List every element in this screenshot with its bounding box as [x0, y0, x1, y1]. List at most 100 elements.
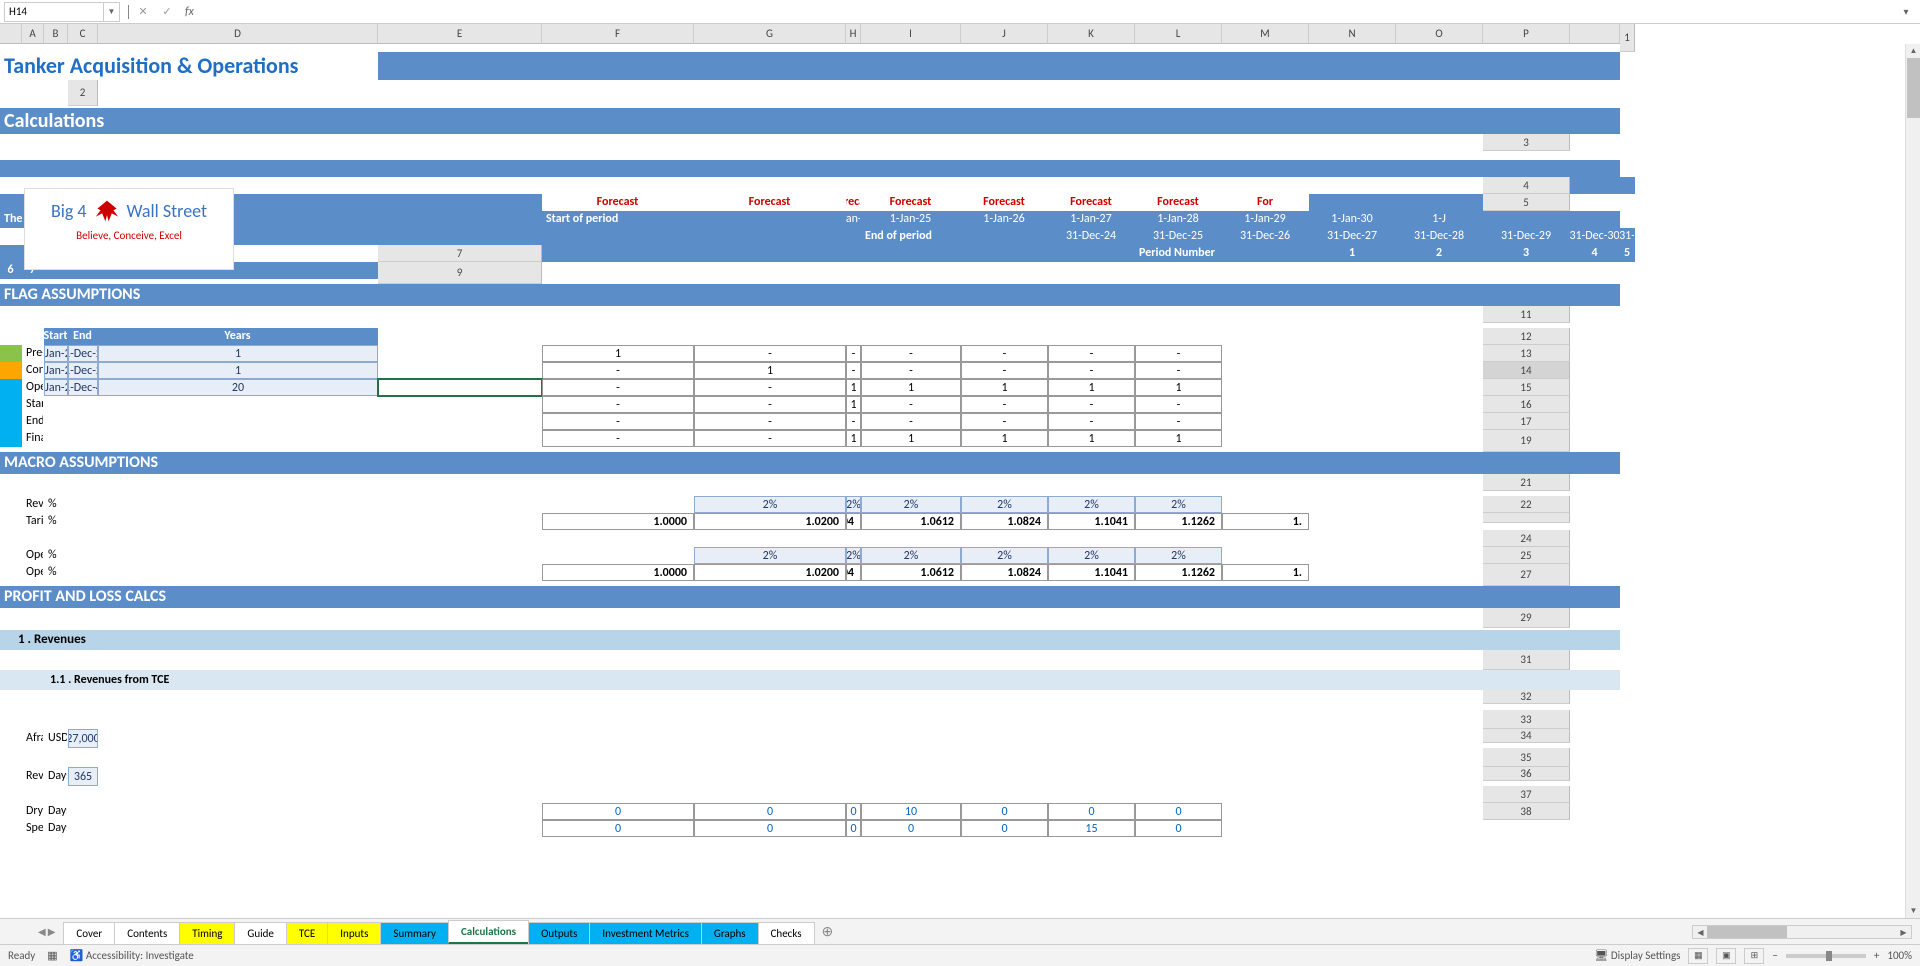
tce-input[interactable]: 365 — [68, 767, 98, 786]
row-header[interactable]: 9 — [378, 262, 542, 284]
column-header[interactable] — [1570, 24, 1620, 44]
row-header[interactable]: 33 — [1483, 710, 1570, 729]
column-header[interactable]: N — [1309, 24, 1396, 44]
column-header[interactable]: P — [1483, 24, 1570, 44]
row-header[interactable]: 29 — [1483, 608, 1570, 628]
flag-label: Financing Period — [22, 430, 44, 447]
zoom-in-button[interactable]: + — [1874, 949, 1879, 962]
hscroll-thumb[interactable] — [1707, 926, 1787, 938]
column-header[interactable]: H — [846, 24, 861, 44]
zoom-level[interactable]: 100% — [1887, 949, 1912, 962]
fx-icon[interactable]: fx — [185, 5, 194, 19]
column-header[interactable]: J — [961, 24, 1048, 44]
display-settings-button[interactable]: 🖥 Display Settings — [1594, 949, 1680, 962]
sheet-tab-contents[interactable]: Contents — [114, 922, 180, 944]
row-header[interactable]: 19 — [1483, 430, 1570, 452]
page-layout-view-icon[interactable]: ▣ — [1716, 948, 1736, 964]
vertical-scrollbar[interactable]: ▲ ▼ — [1905, 44, 1920, 918]
forecast-label: Forecast — [961, 194, 1048, 211]
sheet-tab-checks[interactable]: Checks — [758, 922, 815, 944]
new-sheet-button[interactable]: ⊕ — [814, 919, 842, 944]
sheet-tab-graphs[interactable]: Graphs — [701, 922, 759, 944]
column-header[interactable]: G — [694, 24, 846, 44]
row-header[interactable]: 34 — [1483, 729, 1570, 743]
column-header[interactable]: A — [22, 24, 44, 44]
dock-label: Special Surveys Days — [22, 820, 44, 837]
flag-color — [0, 345, 22, 362]
column-header[interactable]: M — [1222, 24, 1309, 44]
row-header[interactable]: 17 — [1483, 413, 1570, 430]
scroll-thumb[interactable] — [1907, 58, 1920, 118]
hscroll-right-icon[interactable]: ▶ — [1896, 926, 1911, 940]
macro-icon[interactable]: ▦ — [47, 949, 57, 962]
row-header[interactable]: 13 — [1483, 345, 1570, 362]
row-header[interactable] — [1483, 513, 1570, 523]
sheet-tab-guide[interactable]: Guide — [234, 922, 287, 944]
column-header[interactable]: B — [44, 24, 68, 44]
row-header[interactable]: 32 — [1483, 690, 1570, 704]
row-header[interactable]: 37 — [1483, 786, 1570, 803]
row-header[interactable]: 12 — [1483, 328, 1570, 345]
sheet-tab-tce[interactable]: TCE — [286, 922, 328, 944]
active-cell[interactable] — [378, 379, 542, 396]
sheet-tab-summary[interactable]: Summary — [380, 922, 449, 944]
row-header[interactable]: 21 — [1483, 474, 1570, 491]
flag-label: Operations Period — [22, 379, 44, 396]
tab-nav-next-icon[interactable]: ▶ — [48, 925, 56, 938]
row-header[interactable]: 27 — [1483, 564, 1570, 586]
column-header[interactable]: I — [861, 24, 961, 44]
column-header[interactable]: K — [1048, 24, 1135, 44]
row-header[interactable]: 15 — [1483, 379, 1570, 396]
row-header[interactable]: 5 — [1483, 194, 1570, 211]
sheet-tab-investment-metrics[interactable]: Investment Metrics — [589, 922, 702, 944]
sheet-tab-cover[interactable]: Cover — [63, 922, 115, 944]
row-header[interactable]: 2 — [68, 80, 98, 106]
row-header[interactable]: 1 — [1620, 24, 1635, 52]
row-header[interactable]: 36 — [1483, 767, 1570, 781]
column-header[interactable]: F — [542, 24, 694, 44]
row-header[interactable]: 7 — [378, 245, 542, 262]
formula-bar-expand-icon[interactable]: ▾ — [1896, 5, 1916, 18]
column-header[interactable]: C — [68, 24, 98, 44]
sheet-tab-calculations[interactable]: Calculations — [448, 920, 529, 944]
page-break-view-icon[interactable]: ⊞ — [1744, 948, 1764, 964]
horizontal-scrollbar[interactable]: ◀ ▶ — [1692, 925, 1912, 939]
row-header[interactable]: 31 — [1483, 650, 1570, 670]
name-box[interactable]: H14 — [4, 2, 104, 22]
zoom-out-button[interactable]: − — [1772, 949, 1777, 962]
hscroll-left-icon[interactable]: ◀ — [1693, 926, 1708, 940]
subsection-header: 1.1 . Revenues from TCE — [0, 670, 1620, 690]
row-header[interactable]: 11 — [1483, 306, 1570, 323]
row-header[interactable]: 25 — [1483, 547, 1570, 564]
zoom-slider[interactable] — [1786, 954, 1866, 958]
name-box-dropdown[interactable]: ▼ — [104, 2, 120, 22]
scroll-down-icon[interactable]: ▼ — [1906, 904, 1920, 918]
sheet-tab-outputs[interactable]: Outputs — [528, 922, 590, 944]
tab-nav-prev-icon[interactable]: ◀ — [38, 925, 46, 938]
sheet-tab-inputs[interactable]: Inputs — [327, 922, 381, 944]
tce-input[interactable]: 27,000 — [68, 729, 98, 748]
row-header[interactable]: 38 — [1483, 803, 1570, 820]
column-header[interactable]: D — [98, 24, 378, 44]
row-header[interactable]: 4 — [1483, 177, 1570, 194]
row-header[interactable]: 35 — [1483, 748, 1570, 767]
flag-label: End of Operations — [22, 413, 44, 430]
row-header[interactable]: 14 — [1483, 362, 1570, 379]
sheet-tab-bar: ◀ ▶ CoverContentsTimingGuideTCEInputsSum… — [0, 918, 1920, 944]
row-header[interactable]: 16 — [1483, 396, 1570, 413]
row-header[interactable]: 3 — [1483, 134, 1570, 151]
flag-color — [0, 362, 22, 379]
section-header: FLAG ASSUMPTIONS — [0, 284, 1620, 306]
sheet-tab-timing[interactable]: Timing — [179, 922, 235, 944]
column-header[interactable]: L — [1135, 24, 1222, 44]
formula-input[interactable] — [194, 2, 1896, 22]
row-header[interactable]: 22 — [1483, 496, 1570, 513]
row-header[interactable]: 24 — [1483, 530, 1570, 547]
forecast-label: Forecast — [542, 194, 694, 211]
accessibility-status[interactable]: ♿ Accessibility: Investigate — [70, 949, 194, 962]
column-header[interactable]: O — [1396, 24, 1483, 44]
scroll-up-icon[interactable]: ▲ — [1906, 44, 1920, 58]
column-header[interactable]: E — [378, 24, 542, 44]
normal-view-icon[interactable]: ▦ — [1688, 948, 1708, 964]
select-all[interactable] — [0, 24, 22, 44]
